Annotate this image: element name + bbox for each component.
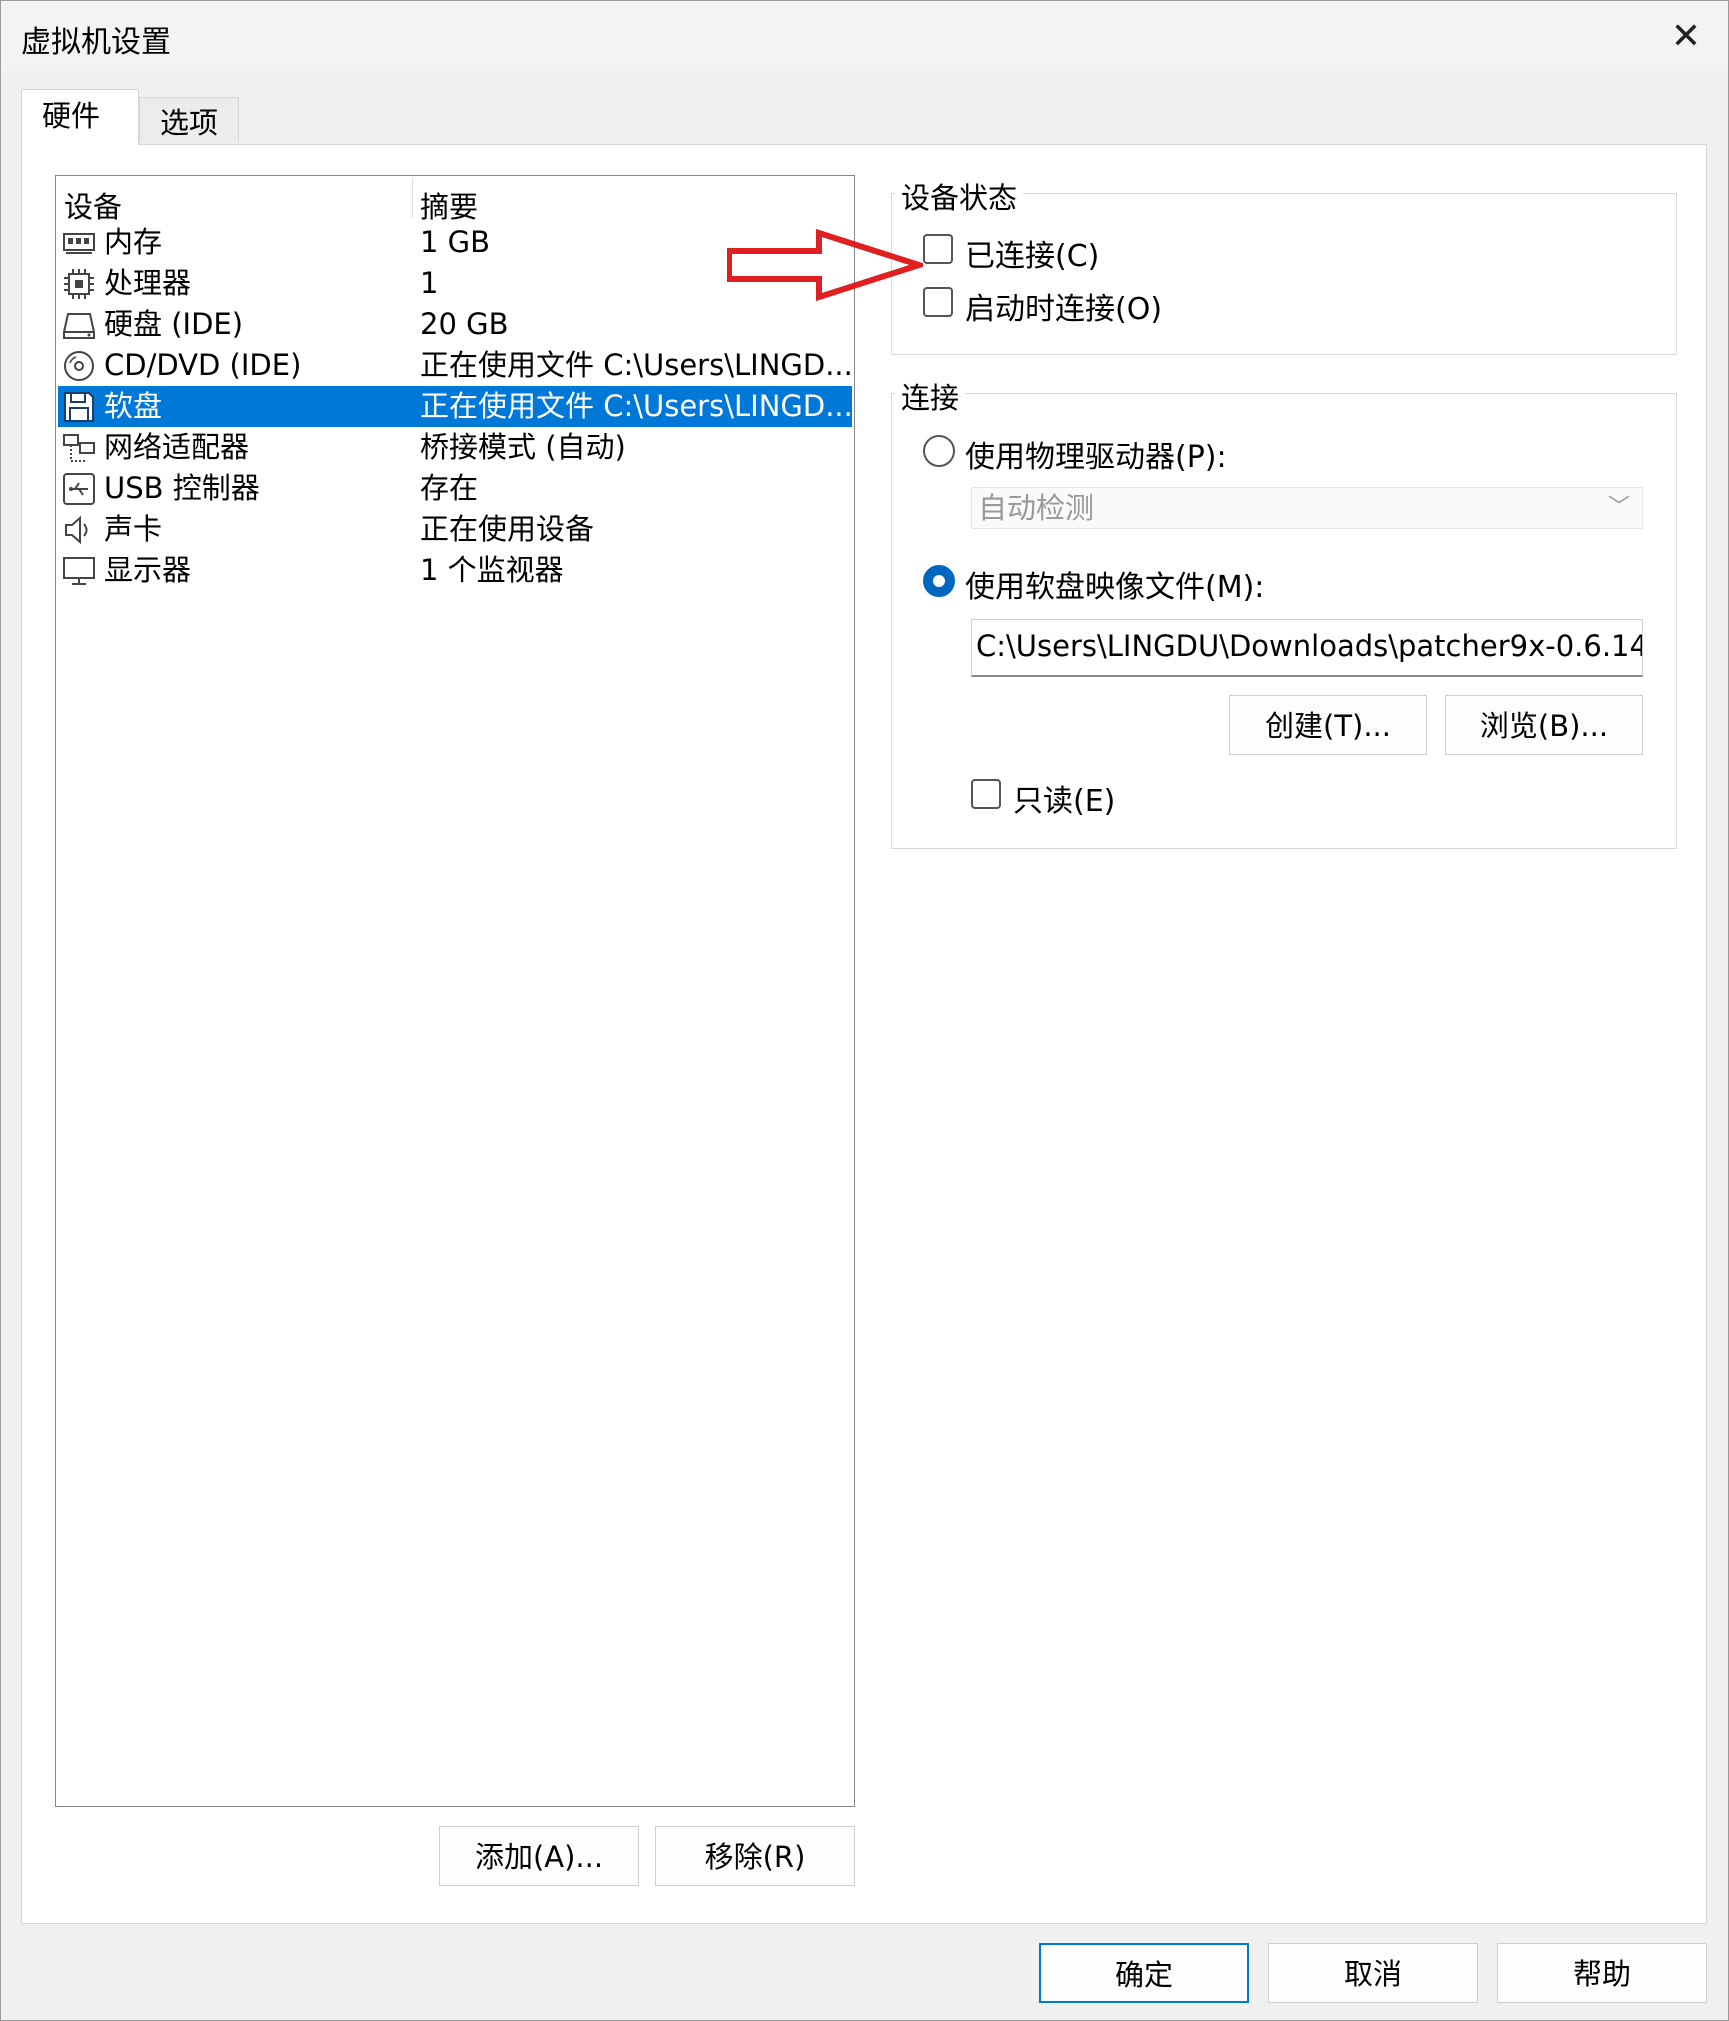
device-name: 声卡: [104, 512, 163, 546]
device-row-usb-controller[interactable]: USB 控制器 存在: [58, 468, 852, 509]
read-only-label[interactable]: 只读(E): [1013, 776, 1115, 820]
device-name: 处理器: [104, 266, 192, 300]
connect-at-power-on-checkbox[interactable]: [923, 287, 953, 317]
close-icon[interactable]: ✕: [1664, 15, 1708, 59]
window-title: 虚拟机设置: [21, 25, 171, 60]
device-summary: 正在使用设备: [420, 512, 595, 546]
add-device-button[interactable]: 添加(A)...: [439, 1826, 639, 1886]
column-header-device[interactable]: 设备: [64, 184, 122, 226]
device-summary: 1 个监视器: [420, 553, 564, 587]
processor-icon: [64, 269, 94, 299]
floppy-icon: [64, 392, 94, 422]
device-summary: 桥接模式 (自动): [420, 430, 626, 464]
column-header-summary[interactable]: 摘要: [420, 184, 478, 226]
browse-image-button[interactable]: 浏览(B)...: [1445, 695, 1643, 755]
floppy-image-path-input[interactable]: C:\Users\LINGDU\Downloads\patcher9x-0.6.…: [971, 619, 1643, 677]
device-row-floppy[interactable]: 软盘 正在使用文件 C:\Users\LINGD...: [58, 386, 852, 427]
device-name: CD/DVD (IDE): [104, 348, 302, 382]
network-adapter-icon: [63, 434, 95, 462]
device-name: 内存: [104, 225, 163, 259]
device-row-cd-dvd[interactable]: CD/DVD (IDE) 正在使用文件 C:\Users\LINGD...: [58, 345, 852, 386]
device-row-network-adapter[interactable]: 网络适配器 桥接模式 (自动): [58, 427, 852, 468]
cancel-button[interactable]: 取消: [1268, 1943, 1478, 2003]
monitor-icon: [63, 557, 95, 585]
use-floppy-image-radio[interactable]: [923, 565, 955, 597]
annotation-arrow-icon: [727, 229, 923, 301]
ok-button[interactable]: 确定: [1039, 1943, 1249, 2003]
device-summary: 存在: [420, 471, 479, 505]
tab-hardware[interactable]: 硬件: [21, 89, 139, 145]
cd-dvd-icon: [64, 351, 94, 381]
column-divider[interactable]: [412, 178, 413, 218]
device-summary: 正在使用文件 C:\Users\LINGD...: [420, 389, 850, 423]
vm-settings-dialog: 虚拟机设置 ✕ 硬件 选项 设备 摘要 内存 1 GB 处理器 1 硬盘 (ID…: [0, 0, 1729, 2021]
device-list[interactable]: 设备 摘要 内存 1 GB 处理器 1 硬盘 (IDE) 20 GB CD/DV…: [55, 175, 855, 1807]
connected-checkbox[interactable]: [923, 234, 953, 264]
device-name: 软盘: [104, 389, 163, 423]
connect-at-power-on-label[interactable]: 启动时连接(O): [965, 284, 1162, 328]
remove-device-button[interactable]: 移除(R): [655, 1826, 855, 1886]
connection-title: 连接: [895, 375, 966, 417]
create-image-button[interactable]: 创建(T)...: [1229, 695, 1427, 755]
memory-icon: [63, 233, 95, 254]
device-summary: 20 GB: [420, 307, 509, 341]
read-only-checkbox[interactable]: [971, 779, 1001, 809]
device-list-header: 设备 摘要: [56, 176, 854, 224]
device-row-hard-disk[interactable]: 硬盘 (IDE) 20 GB: [58, 304, 852, 345]
device-summary: 正在使用文件 C:\Users\LINGD...: [420, 348, 850, 382]
device-status-title: 设备状态: [895, 175, 1024, 217]
usb-icon: [63, 473, 95, 505]
use-physical-drive-label[interactable]: 使用物理驱动器(P):: [965, 432, 1227, 476]
device-name: 硬盘 (IDE): [104, 307, 244, 341]
hard-disk-icon: [63, 313, 95, 339]
device-name: 网络适配器: [104, 430, 250, 464]
device-row-display[interactable]: 显示器 1 个监视器: [58, 550, 852, 591]
speaker-icon: [65, 515, 88, 545]
tab-options[interactable]: 选项: [139, 97, 239, 143]
title-bar: 虚拟机设置 ✕: [1, 1, 1728, 71]
chevron-down-icon: ﹀: [1607, 495, 1630, 520]
physical-drive-select-value: 自动检测: [978, 491, 1095, 525]
physical-drive-select: 自动检测 ﹀: [971, 487, 1643, 529]
connected-label[interactable]: 已连接(C): [965, 231, 1099, 275]
device-name: 显示器: [104, 553, 192, 587]
use-floppy-image-label[interactable]: 使用软盘映像文件(M):: [965, 562, 1264, 606]
device-name: USB 控制器: [104, 471, 260, 505]
help-button[interactable]: 帮助: [1497, 1943, 1707, 2003]
use-physical-drive-radio[interactable]: [923, 435, 955, 467]
device-row-sound-card[interactable]: 声卡 正在使用设备: [58, 509, 852, 550]
